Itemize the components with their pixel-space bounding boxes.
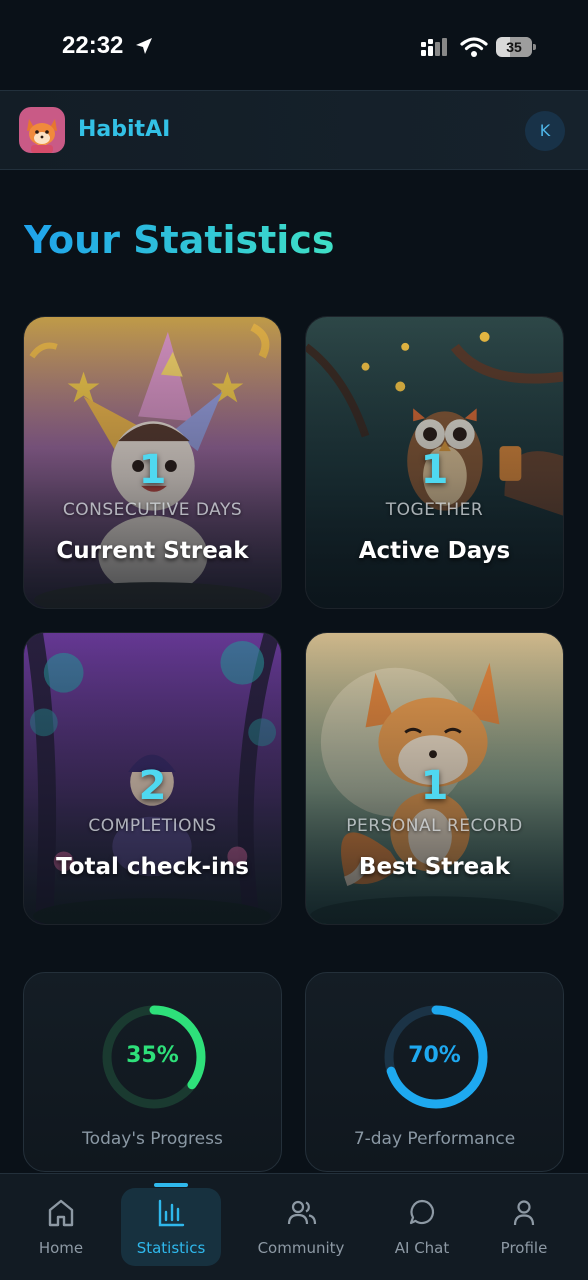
stat-card-current-streak[interactable]: 1 CONSECUTIVE DAYS Current Streak xyxy=(23,316,282,609)
nav-profile-label: Profile xyxy=(500,1239,548,1257)
user-avatar[interactable]: K xyxy=(525,111,565,151)
status-time: 22:32 xyxy=(62,32,124,59)
bottom-navigation: Home Statistics Community AI Chat Profil… xyxy=(0,1173,588,1280)
nav-home[interactable]: Home xyxy=(11,1188,111,1266)
chat-bubble-icon xyxy=(409,1199,435,1225)
battery-indicator: 35 xyxy=(496,37,536,57)
nav-ai-chat-label: AI Chat xyxy=(394,1239,450,1257)
nav-active-indicator xyxy=(154,1183,188,1187)
total-checkins-label: Total check-ins xyxy=(56,854,249,880)
total-checkins-value: 2 xyxy=(138,763,167,809)
active-days-caption: TOGETHER xyxy=(385,500,484,520)
best-streak-value: 1 xyxy=(420,763,449,809)
location-arrow-icon xyxy=(136,38,152,54)
bar-chart-icon xyxy=(158,1199,185,1227)
cellular-signal-icon xyxy=(421,38,447,56)
status-bar: 22:32 35 xyxy=(0,0,588,90)
current-streak-label: Current Streak xyxy=(56,538,249,564)
seven-day-performance-label: 7-day Performance xyxy=(353,1129,516,1149)
todays-progress-value: 35% xyxy=(126,1043,179,1068)
nav-community-label: Community xyxy=(257,1239,345,1257)
wifi-icon xyxy=(460,37,488,57)
user-icon xyxy=(513,1200,535,1226)
app-logo-fox[interactable] xyxy=(19,107,65,153)
best-streak-label: Best Streak xyxy=(358,854,511,880)
app-header: HabitAI xyxy=(0,90,588,170)
total-checkins-caption: COMPLETIONS xyxy=(88,816,217,836)
users-icon xyxy=(287,1200,317,1225)
nav-statistics-label: Statistics xyxy=(136,1239,206,1257)
battery-level: 35 xyxy=(506,39,522,55)
home-icon xyxy=(48,1199,74,1227)
nav-profile[interactable]: Profile xyxy=(474,1188,574,1266)
app-name: HabitAI xyxy=(78,117,171,142)
stat-card-active-days[interactable]: 1 TOGETHER Active Days xyxy=(305,316,564,609)
nav-community[interactable]: Community xyxy=(251,1188,351,1266)
nav-ai-chat[interactable]: AI Chat xyxy=(372,1188,472,1266)
nav-statistics[interactable]: Statistics xyxy=(121,1188,221,1266)
best-streak-caption: PERSONAL RECORD xyxy=(346,816,523,836)
active-days-label: Active Days xyxy=(358,538,511,564)
todays-progress-card[interactable]: 35% Today's Progress xyxy=(23,972,282,1172)
active-days-value: 1 xyxy=(420,447,449,493)
current-streak-caption: CONSECUTIVE DAYS xyxy=(62,500,243,520)
seven-day-performance-card[interactable]: 70% 7-day Performance xyxy=(305,972,564,1172)
seven-day-performance-value: 70% xyxy=(408,1043,461,1068)
stat-card-best-streak[interactable]: 1 PERSONAL RECORD Best Streak xyxy=(305,632,564,925)
stat-card-total-checkins[interactable]: 2 COMPLETIONS Total check-ins xyxy=(23,632,282,925)
nav-home-label: Home xyxy=(38,1239,84,1257)
current-streak-value: 1 xyxy=(138,447,167,493)
page-title: Your Statistics xyxy=(24,218,335,262)
todays-progress-label: Today's Progress xyxy=(82,1129,223,1149)
